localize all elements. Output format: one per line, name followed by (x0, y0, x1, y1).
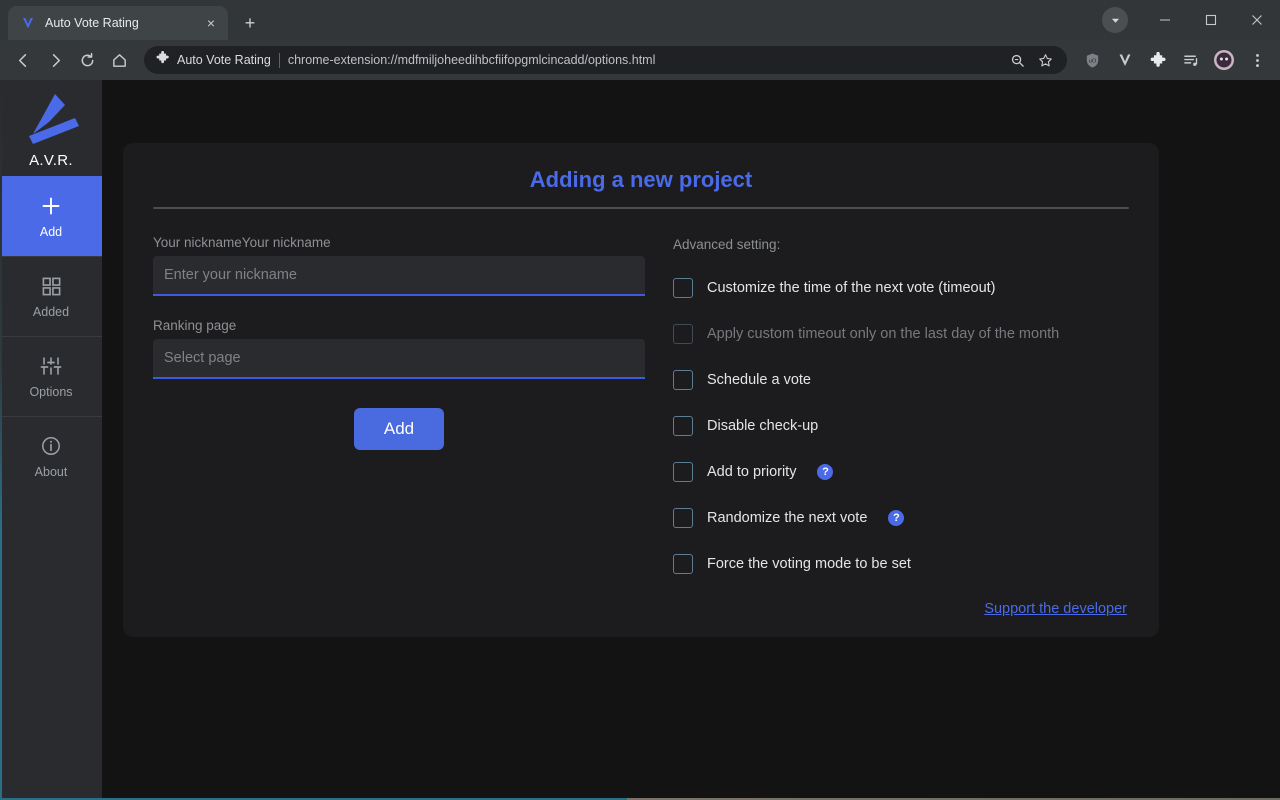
forward-icon[interactable] (40, 45, 70, 75)
maximize-button[interactable] (1188, 0, 1234, 40)
submit-row: Add (153, 401, 645, 450)
checkbox-row-disable-checkup[interactable]: Disable check-up (673, 403, 1129, 449)
bookmark-star-icon[interactable] (1033, 48, 1057, 72)
checkbox-icon[interactable] (673, 554, 693, 574)
checkbox-label: Add to priority (707, 464, 796, 480)
avr-logo (19, 92, 83, 150)
avr-v-icon (20, 15, 36, 31)
form-left-column: Your nicknameYour nickname Ranking page … (153, 235, 653, 617)
sliders-icon (39, 354, 63, 378)
grid-icon (39, 274, 63, 298)
checkbox-icon[interactable] (673, 462, 693, 482)
plus-icon (39, 194, 63, 218)
three-dot-menu-icon[interactable] (1242, 45, 1272, 75)
reload-icon[interactable] (72, 45, 102, 75)
checkbox-row-force-voting-mode[interactable]: Force the voting mode to be set (673, 541, 1129, 587)
svg-text:uO: uO (1088, 58, 1096, 64)
title-divider (153, 207, 1129, 209)
sidebar-item-added[interactable]: Added (0, 256, 102, 336)
close-window-button[interactable] (1234, 0, 1280, 40)
sidebar-item-label: Add (40, 225, 62, 239)
ranking-page-select[interactable]: Select page (153, 339, 645, 379)
support-row: Support the developer (673, 587, 1129, 617)
support-developer-link[interactable]: Support the developer (984, 601, 1127, 617)
help-icon[interactable]: ? (888, 510, 904, 526)
page-viewport: A.V.R. Add Added (0, 80, 1280, 800)
browser-toolbar: Auto Vote Rating chrome-extension://mdfm… (0, 40, 1280, 80)
puzzle-extensions-icon[interactable] (1143, 45, 1173, 75)
extension-icons: uO (1077, 45, 1272, 75)
app-sidebar: A.V.R. Add Added (0, 80, 102, 800)
form-columns: Your nicknameYour nickname Ranking page … (153, 235, 1129, 617)
checkbox-label: Disable check-up (707, 418, 818, 434)
extension-chip-label: Auto Vote Rating (177, 53, 271, 67)
close-icon[interactable]: × (202, 14, 220, 32)
reading-list-icon[interactable] (1176, 45, 1206, 75)
ublock-origin-icon[interactable]: uO (1077, 45, 1107, 75)
checkbox-label: Schedule a vote (707, 372, 811, 388)
address-bar[interactable]: Auto Vote Rating chrome-extension://mdfm… (144, 46, 1067, 74)
checkbox-icon[interactable] (673, 278, 693, 298)
url-text: chrome-extension://mdfmiljoheedihbcfiifo… (288, 53, 997, 67)
add-project-card: Adding a new project Your nicknameYour n… (123, 143, 1159, 637)
sidebar-item-label: About (35, 465, 68, 479)
sidebar-item-add[interactable]: Add (0, 176, 102, 256)
checkbox-row-randomize-next-vote[interactable]: Randomize the next vote ? (673, 495, 1129, 541)
extension-chip: Auto Vote Rating (156, 51, 271, 70)
sidebar-item-label: Options (29, 385, 72, 399)
nickname-input[interactable] (153, 256, 645, 296)
checkbox-label: Force the voting mode to be set (707, 556, 911, 572)
chevron-down-icon[interactable] (1102, 7, 1128, 33)
window-controls (1102, 0, 1280, 40)
omnibox-actions (1005, 48, 1057, 72)
add-button[interactable]: Add (354, 408, 444, 450)
new-tab-button[interactable]: + (236, 9, 264, 37)
checkbox-icon[interactable] (673, 508, 693, 528)
omnibox-divider (279, 53, 280, 68)
sidebar-item-about[interactable]: About (0, 416, 102, 496)
sidebar-item-options[interactable]: Options (0, 336, 102, 416)
app-brand: A.V.R. (0, 84, 102, 176)
checkbox-label: Customize the time of the next vote (tim… (707, 280, 996, 296)
left-edge-strip (0, 80, 2, 800)
minimize-button[interactable] (1142, 0, 1188, 40)
brand-name: A.V.R. (29, 152, 73, 169)
advanced-settings-column: Advanced setting: Customize the time of … (673, 235, 1129, 617)
checkbox-icon[interactable] (673, 370, 693, 390)
zoom-icon[interactable] (1005, 48, 1029, 72)
avr-v-icon[interactable] (1110, 45, 1140, 75)
browser-tab[interactable]: Auto Vote Rating × (8, 6, 228, 40)
profile-avatar[interactable] (1209, 45, 1239, 75)
sidebar-item-label: Added (33, 305, 69, 319)
checkbox-row-schedule-vote[interactable]: Schedule a vote (673, 357, 1129, 403)
ranking-page-label: Ranking page (153, 318, 653, 333)
page-content: Adding a new project Your nicknameYour n… (102, 80, 1280, 800)
back-icon[interactable] (8, 45, 38, 75)
page-title: Adding a new project (153, 167, 1129, 207)
nickname-label: Your nicknameYour nickname (153, 235, 653, 250)
checkbox-icon[interactable] (673, 416, 693, 436)
browser-window: Auto Vote Rating × + (0, 0, 1280, 800)
checkbox-row-last-day-only[interactable]: Apply custom timeout only on the last da… (673, 311, 1129, 357)
checkbox-label: Randomize the next vote (707, 510, 867, 526)
checkbox-row-customize-timeout[interactable]: Customize the time of the next vote (tim… (673, 265, 1129, 311)
tab-title: Auto Vote Rating (45, 16, 193, 30)
help-icon[interactable]: ? (817, 464, 833, 480)
checkbox-row-add-to-priority[interactable]: Add to priority ? (673, 449, 1129, 495)
checkbox-icon[interactable] (673, 324, 693, 344)
tab-strip: Auto Vote Rating × + (0, 0, 1280, 40)
sidebar-filler (0, 496, 102, 800)
home-icon[interactable] (104, 45, 134, 75)
advanced-settings-heading: Advanced setting: (673, 237, 1129, 252)
checkbox-label: Apply custom timeout only on the last da… (707, 326, 1059, 342)
info-circle-icon (39, 434, 63, 458)
puzzle-extensions-icon (156, 51, 170, 70)
